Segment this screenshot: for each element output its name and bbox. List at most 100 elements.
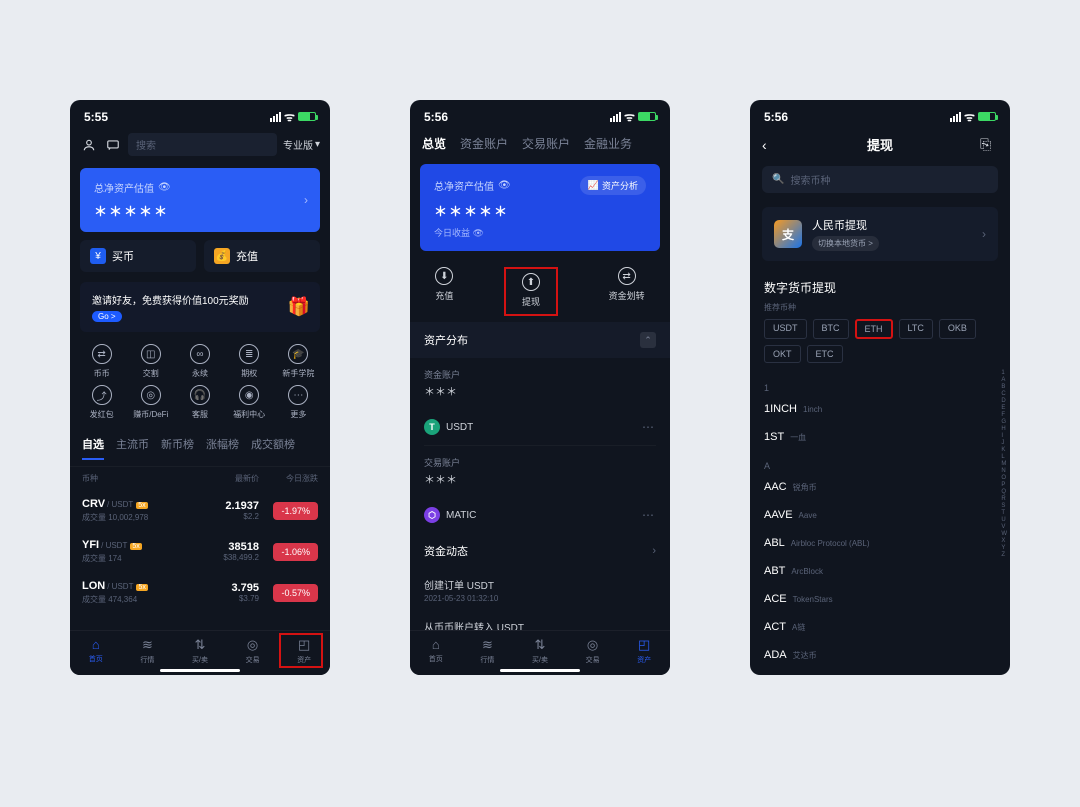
index-letter[interactable]: X (1001, 538, 1007, 544)
alpha-index[interactable]: 1ABCDEFGHIJKLMNOPQRSTUVWXYZ (1001, 370, 1007, 558)
net-asset-card[interactable]: 总净资产估值👁 ＊＊＊＊＊ › (80, 168, 320, 232)
coin-chip-ltc[interactable]: LTC (899, 319, 933, 339)
coin-list-item[interactable]: AAC锐角币 (750, 473, 1010, 501)
rmb-withdraw-card[interactable]: 支 人民币提现 切换本地货币 > › (762, 207, 998, 261)
market-row[interactable]: CRV/ USDT5x成交量 10,002,978 2.1937$2.2 -1.… (70, 490, 330, 531)
invite-banner[interactable]: 邀请好友，免费获得价值100元奖励 Go > 🎁 (80, 282, 320, 332)
index-letter[interactable]: G (1001, 419, 1007, 425)
index-letter[interactable]: P (1001, 482, 1007, 488)
fund-dynamics-header[interactable]: 资金动态 › (410, 533, 670, 569)
search-input[interactable]: 搜索 (128, 133, 277, 156)
feature-item[interactable]: ⇄币币 (80, 344, 123, 379)
eye-icon[interactable]: 👁 (498, 180, 511, 191)
eye-icon[interactable]: 👁 (158, 182, 171, 193)
index-letter[interactable]: S (1001, 503, 1007, 509)
market-tab[interactable]: 新币榜 (161, 436, 194, 460)
account-tab[interactable]: 总览 (422, 135, 446, 152)
coin-list-item[interactable]: ACETokenStars (750, 585, 1010, 613)
index-letter[interactable]: L (1001, 454, 1007, 460)
nav-item[interactable]: ⇅买/卖 (192, 637, 208, 665)
buy-coin-button[interactable]: ¥买币 (80, 240, 196, 272)
index-letter[interactable]: I (1001, 433, 1007, 439)
nav-item[interactable]: ⌂首页 (89, 637, 103, 665)
index-letter[interactable]: Y (1001, 545, 1007, 551)
index-letter[interactable]: K (1001, 447, 1007, 453)
feature-item[interactable]: ◎赚币/DeFi (129, 385, 172, 420)
index-letter[interactable]: J (1001, 440, 1007, 446)
asset-row-usdt[interactable]: TUSDT ⋯ (410, 409, 670, 445)
index-letter[interactable]: M (1001, 461, 1007, 467)
market-tab[interactable]: 成交额榜 (251, 436, 295, 460)
nav-item[interactable]: ≋行情 (140, 637, 154, 665)
fund-action-button[interactable]: ⇄资金划转 (609, 267, 645, 316)
index-letter[interactable]: H (1001, 426, 1007, 432)
deposit-button[interactable]: 💰充值 (204, 240, 320, 272)
feature-item[interactable]: ∞永续 (178, 344, 221, 379)
message-icon[interactable] (104, 136, 122, 154)
coin-list-item[interactable]: AAVEAave (750, 501, 1010, 529)
coin-chip-eth[interactable]: ETH (855, 319, 893, 339)
feature-item[interactable]: ⤴发红包 (80, 385, 123, 420)
index-letter[interactable]: B (1001, 384, 1007, 390)
account-tab[interactable]: 资金账户 (460, 135, 508, 152)
coin-chip-okt[interactable]: OKT (764, 345, 801, 363)
nav-item[interactable]: ⌂首页 (429, 637, 443, 665)
coin-list-item[interactable]: 1ST一血 (750, 423, 1010, 451)
index-letter[interactable]: E (1001, 405, 1007, 411)
asset-row-matic[interactable]: ⬡MATIC ⋯ (410, 497, 670, 533)
mode-toggle[interactable]: 专业版▾ (283, 137, 320, 152)
coin-list-item[interactable]: ADA艾达币 (750, 641, 1010, 669)
more-icon[interactable]: ⋯ (642, 420, 656, 434)
account-tab[interactable]: 金融业务 (584, 135, 632, 152)
coin-list-item[interactable]: 1INCH1inch (750, 395, 1010, 423)
nav-item[interactable]: ◰资产 (637, 637, 651, 665)
market-row[interactable]: LON/ USDT5x成交量 474,364 3.795$3.79 -0.57% (70, 572, 330, 613)
index-letter[interactable]: O (1001, 475, 1007, 481)
index-letter[interactable]: C (1001, 391, 1007, 397)
feature-item[interactable]: 🎧客服 (178, 385, 221, 420)
index-letter[interactable]: Z (1001, 552, 1007, 558)
nav-item[interactable]: ◎交易 (246, 637, 260, 665)
dynamic-item[interactable]: 创建订单 USDT2021-05-23 01:32:10 (410, 569, 670, 611)
nav-item[interactable]: ◎交易 (586, 637, 600, 665)
feature-item[interactable]: 🎓新手学院 (277, 344, 320, 379)
fund-account-group[interactable]: 资金账户 ＊＊＊ (410, 358, 670, 409)
index-letter[interactable]: D (1001, 398, 1007, 404)
coin-list-item[interactable]: ABTArcBlock (750, 557, 1010, 585)
switch-currency-button[interactable]: 切换本地货币 > (812, 236, 879, 251)
index-letter[interactable]: W (1001, 531, 1007, 537)
market-tab[interactable]: 主流币 (116, 436, 149, 460)
coin-chip-btc[interactable]: BTC (813, 319, 849, 339)
collapse-icon[interactable]: ⌃ (640, 332, 656, 348)
go-button[interactable]: Go > (92, 311, 122, 322)
index-letter[interactable]: F (1001, 412, 1007, 418)
market-row[interactable]: YFI/ USDT5x成交量 174 38518$38,499.2 -1.06% (70, 531, 330, 572)
feature-item[interactable]: ◫交割 (129, 344, 172, 379)
feature-item[interactable]: ⋯更多 (277, 385, 320, 420)
coin-list-item[interactable]: ACTA链 (750, 613, 1010, 641)
coin-chip-usdt[interactable]: USDT (764, 319, 807, 339)
asset-distribution-header[interactable]: 资产分布 ⌃ (410, 322, 670, 358)
withdraw-button[interactable]: ⬆提现 (504, 267, 558, 316)
more-icon[interactable]: ⋯ (642, 508, 656, 522)
market-tab[interactable]: 自选 (82, 436, 104, 460)
index-letter[interactable]: V (1001, 524, 1007, 530)
index-letter[interactable]: R (1001, 496, 1007, 502)
nav-item[interactable]: ⇅买/卖 (532, 637, 548, 665)
index-letter[interactable]: 1 (1001, 370, 1007, 376)
trade-account-group[interactable]: 交易账户 ＊＊＊ (410, 446, 670, 497)
index-letter[interactable]: Q (1001, 489, 1007, 495)
history-icon[interactable]: ⎘ (980, 136, 998, 153)
account-icon[interactable] (80, 136, 98, 154)
index-letter[interactable]: T (1001, 510, 1007, 516)
back-button[interactable]: ‹ (762, 137, 780, 153)
index-letter[interactable]: N (1001, 468, 1007, 474)
coin-list-item[interactable]: ABLAirbloc Protocol (ABL) (750, 529, 1010, 557)
index-letter[interactable]: A (1001, 377, 1007, 383)
feature-item[interactable]: ≣期权 (228, 344, 271, 379)
feature-item[interactable]: ◉福利中心 (228, 385, 271, 420)
eye-icon[interactable]: 👁 (473, 228, 484, 238)
index-letter[interactable]: U (1001, 517, 1007, 523)
market-tab[interactable]: 涨幅榜 (206, 436, 239, 460)
coin-search-input[interactable]: 🔍 搜索币种 (762, 166, 998, 193)
